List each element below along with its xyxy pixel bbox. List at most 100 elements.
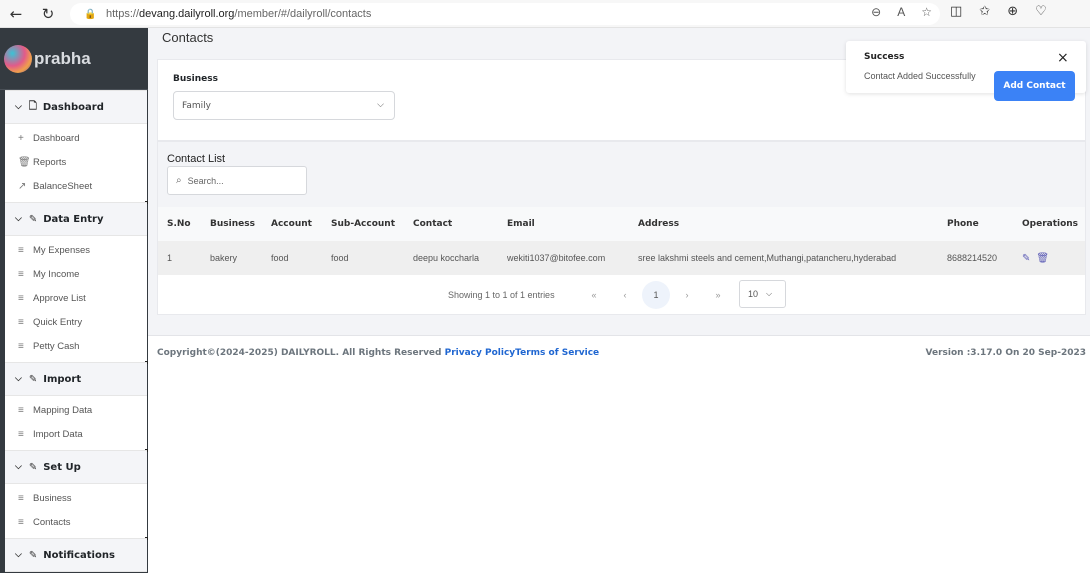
menu-head-label: Dashboard	[42, 101, 104, 113]
sidebar-item-label: My Expenses	[33, 244, 91, 256]
menu-group-dashboard: ⌵ 🗋 Dashboard + Dashboard 🗑 Reports ↗ Balan…	[5, 90, 150, 204]
brand[interactable]: prabha	[0, 28, 148, 90]
lock-icon[interactable]: 🔒	[84, 9, 100, 20]
col-header-account[interactable]: Account	[271, 219, 312, 229]
contact-list-card: Contact List ⌕ S.No Business Account Sub…	[157, 141, 1086, 315]
col-header-business[interactable]: Business	[210, 219, 255, 229]
menu-head-notifications[interactable]: ⌵ ✎ Notifications	[5, 538, 147, 572]
cell-email: wekiti1037@bitofee.com	[507, 253, 606, 263]
sidebar-item-petty-cash[interactable]: ≡ Petty Cash	[5, 334, 147, 358]
last-page-button[interactable]: »	[704, 281, 732, 309]
sidebar-item-quick-entry[interactable]: ≡ Quick Entry	[5, 310, 147, 334]
search-input[interactable]	[187, 175, 288, 186]
list-icon: ≡	[18, 404, 24, 416]
chevron-down-icon: ⌵	[15, 462, 22, 472]
page-button-current[interactable]: 1	[642, 281, 670, 309]
brand-avatar	[4, 44, 32, 73]
delete-trash-icon[interactable]: 🗑	[1036, 253, 1049, 264]
page-size-value: 10	[748, 289, 759, 299]
table-header: S.No Business Account Sub-Account Contac…	[158, 207, 1085, 241]
sidebar-item-my-income[interactable]: ≡ My Income	[5, 262, 147, 286]
favorites-icon[interactable]: ✩	[979, 4, 990, 19]
list-icon: ≡	[18, 316, 24, 328]
page-size-select[interactable]: 10 ⌵	[739, 280, 786, 308]
list-icon: ≡	[18, 268, 24, 280]
sidebar-item-reports[interactable]: 🗑 Reports	[5, 150, 147, 174]
menu-group-data-entry: ⌵ ✎ Data Entry ≡ My Expenses ≡ My Income ≡…	[5, 202, 150, 364]
zoom-out-icon[interactable]: ⊖	[871, 5, 881, 19]
table-row: 1 bakery food food deepu koccharla wekit…	[158, 241, 1085, 275]
list-icon: ≡	[18, 428, 24, 440]
footer-version: Version :3.17.0 On 20 Sep-2023	[925, 348, 1086, 358]
sidebar-item-label: BalanceSheet	[33, 180, 93, 192]
close-icon[interactable]: ×	[1057, 50, 1069, 66]
footer-copyright: Copyright©(2024-2025) DAILYROLL. All Rig…	[157, 348, 599, 358]
cell-business: bakery	[210, 253, 238, 263]
pencil-icon: ✎	[28, 213, 38, 225]
menu-head-import[interactable]: ⌵ ✎ Import	[5, 362, 147, 396]
sidebar-menu: ⌵ 🗋 Dashboard + Dashboard 🗑 Reports ↗ Balan…	[5, 90, 150, 572]
menu-head-label: Data Entry	[43, 213, 104, 225]
brand-name: prabha	[34, 48, 91, 68]
business-select[interactable]: Family ⌵	[173, 91, 395, 120]
cell-account: food	[271, 253, 289, 263]
list-icon: ≡	[18, 492, 24, 504]
back-icon[interactable]: ←	[0, 0, 32, 28]
pencil-icon: ✎	[28, 461, 38, 473]
sidebar-item-approve-list[interactable]: ≡ Approve List	[5, 286, 147, 310]
refresh-icon[interactable]: ↻	[32, 0, 64, 28]
privacy-policy-link[interactable]: Privacy Policy	[445, 348, 516, 358]
file-icon: 🗋	[28, 100, 37, 112]
split-screen-icon[interactable]: ◫	[950, 4, 962, 19]
cell-sub-account: food	[331, 253, 349, 263]
col-header-email[interactable]: Email	[507, 219, 535, 229]
chevron-down-icon: ⌵	[766, 289, 773, 298]
search-box[interactable]: ⌕	[167, 166, 307, 195]
col-header-sub-account[interactable]: Sub-Account	[331, 219, 395, 229]
sidebar-item-label: Reports	[33, 156, 67, 168]
add-contact-button[interactable]: Add Contact	[994, 71, 1075, 101]
cell-contact: deepu koccharla	[413, 253, 480, 263]
external-link-icon: ↗	[18, 180, 27, 192]
col-header-address[interactable]: Address	[638, 219, 679, 229]
business-select-value: Family	[182, 100, 211, 111]
menu-group-notifications: ⌵ ✎ Notifications	[5, 538, 147, 572]
sidebar-item-mapping-data[interactable]: ≡ Mapping Data	[5, 398, 147, 422]
menu-head-dashboard[interactable]: ⌵ 🗋 Dashboard	[5, 90, 147, 124]
col-header-sno[interactable]: S.No	[167, 219, 191, 229]
prev-page-button[interactable]: ‹	[611, 281, 639, 309]
col-header-phone[interactable]: Phone	[947, 219, 979, 229]
sidebar-item-my-expenses[interactable]: ≡ My Expenses	[5, 238, 147, 262]
contact-list-title: Contact List	[167, 153, 226, 165]
list-icon: ≡	[18, 516, 24, 528]
sidebar-item-label: Approve List	[33, 292, 86, 304]
chevron-down-icon: ⌵	[15, 102, 22, 112]
favorite-star-icon[interactable]: ☆	[921, 5, 932, 19]
health-icon[interactable]: ♡	[1035, 4, 1047, 19]
terms-of-service-link[interactable]: Terms of Service	[515, 348, 599, 358]
col-header-contact[interactable]: Contact	[413, 219, 452, 229]
collections-icon[interactable]: ⊕	[1007, 4, 1018, 19]
menu-head-label: Notifications	[43, 549, 115, 561]
sidebar-item-dashboard[interactable]: + Dashboard	[5, 126, 147, 150]
sidebar-item-contacts[interactable]: ≡ Contacts	[5, 510, 147, 534]
toast-message: Contact Added Successfully	[864, 71, 976, 81]
sidebar-item-business[interactable]: ≡ Business	[5, 486, 147, 510]
menu-head-label: Set Up	[43, 461, 81, 473]
sidebar-item-import-data[interactable]: ≡ Import Data	[5, 422, 147, 446]
url-host: devang.dailyroll.org	[139, 8, 235, 20]
pagination: Showing 1 to 1 of 1 entries « ‹ 1 › » 10…	[158, 280, 1085, 310]
next-page-button[interactable]: ›	[673, 281, 701, 309]
footer-divider	[148, 335, 1090, 336]
read-aloud-icon[interactable]: A	[897, 5, 905, 19]
menu-head-label: Import	[43, 373, 82, 385]
menu-head-data-entry[interactable]: ⌵ ✎ Data Entry	[5, 202, 147, 236]
main-content: Contacts Business Family ⌵ Contact List …	[148, 28, 1090, 573]
first-page-button[interactable]: «	[580, 281, 608, 309]
menu-head-set-up[interactable]: ⌵ ✎ Set Up	[5, 450, 147, 484]
sidebar-item-balancesheet[interactable]: ↗ BalanceSheet	[5, 174, 147, 198]
edit-pencil-icon[interactable]: ✎	[1022, 253, 1030, 264]
sidebar-item-label: Petty Cash	[33, 340, 80, 352]
chevron-down-icon: ⌵	[15, 550, 22, 560]
address-bar[interactable]: 🔒 https://devang.dailyroll.org/member/#/…	[70, 3, 940, 25]
